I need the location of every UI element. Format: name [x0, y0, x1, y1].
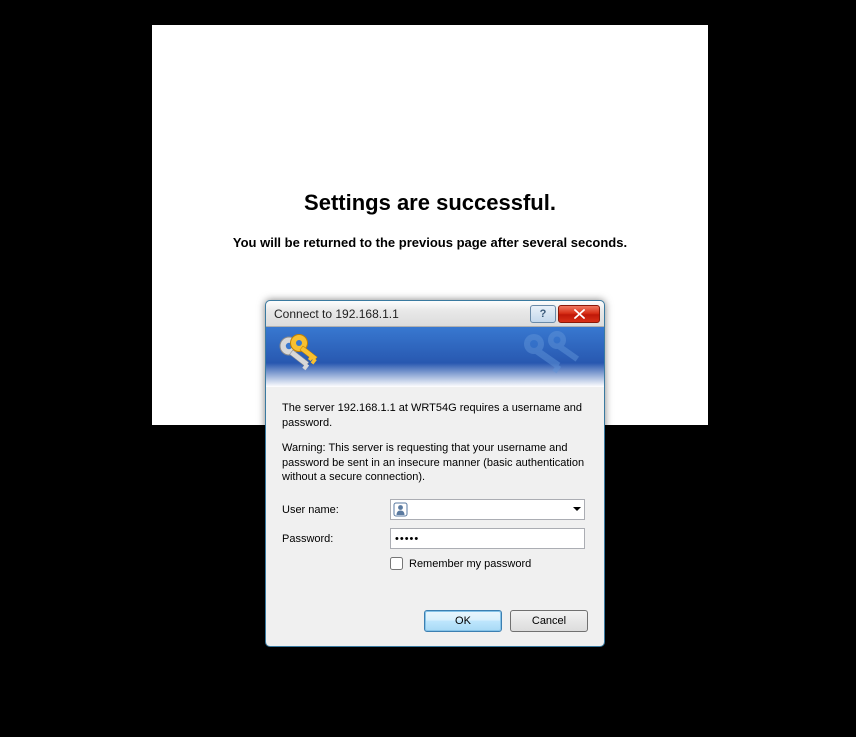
- close-button[interactable]: [558, 305, 600, 323]
- warning-message: Warning: This server is requesting that …: [282, 441, 588, 486]
- dialog-title: Connect to 192.168.1.1: [274, 307, 530, 321]
- user-icon: [393, 502, 408, 517]
- username-label: User name:: [282, 504, 390, 516]
- keys-background-icon: [519, 330, 589, 380]
- help-icon: ?: [540, 308, 547, 320]
- username-row: User name:: [282, 499, 588, 520]
- remember-row: Remember my password: [390, 557, 588, 570]
- page-heading: Settings are successful.: [152, 190, 708, 216]
- button-row: OK Cancel: [266, 610, 604, 646]
- remember-label: Remember my password: [409, 558, 531, 570]
- username-input[interactable]: [390, 499, 585, 520]
- dialog-content: The server 192.168.1.1 at WRT54G require…: [266, 387, 604, 610]
- help-button[interactable]: ?: [530, 305, 556, 323]
- close-icon: [574, 309, 585, 319]
- titlebar[interactable]: Connect to 192.168.1.1 ?: [266, 301, 604, 327]
- server-message: The server 192.168.1.1 at WRT54G require…: [282, 401, 588, 431]
- password-label: Password:: [282, 533, 390, 545]
- cancel-button[interactable]: Cancel: [510, 610, 588, 632]
- password-input[interactable]: [390, 528, 585, 549]
- keys-icon: [278, 333, 322, 377]
- banner: [266, 327, 604, 387]
- ok-button[interactable]: OK: [424, 610, 502, 632]
- username-combo[interactable]: [390, 499, 585, 520]
- password-row: Password:: [282, 528, 588, 549]
- remember-checkbox[interactable]: [390, 557, 403, 570]
- page-subheading: You will be returned to the previous pag…: [152, 235, 708, 250]
- auth-dialog: Connect to 192.168.1.1 ?: [265, 300, 605, 647]
